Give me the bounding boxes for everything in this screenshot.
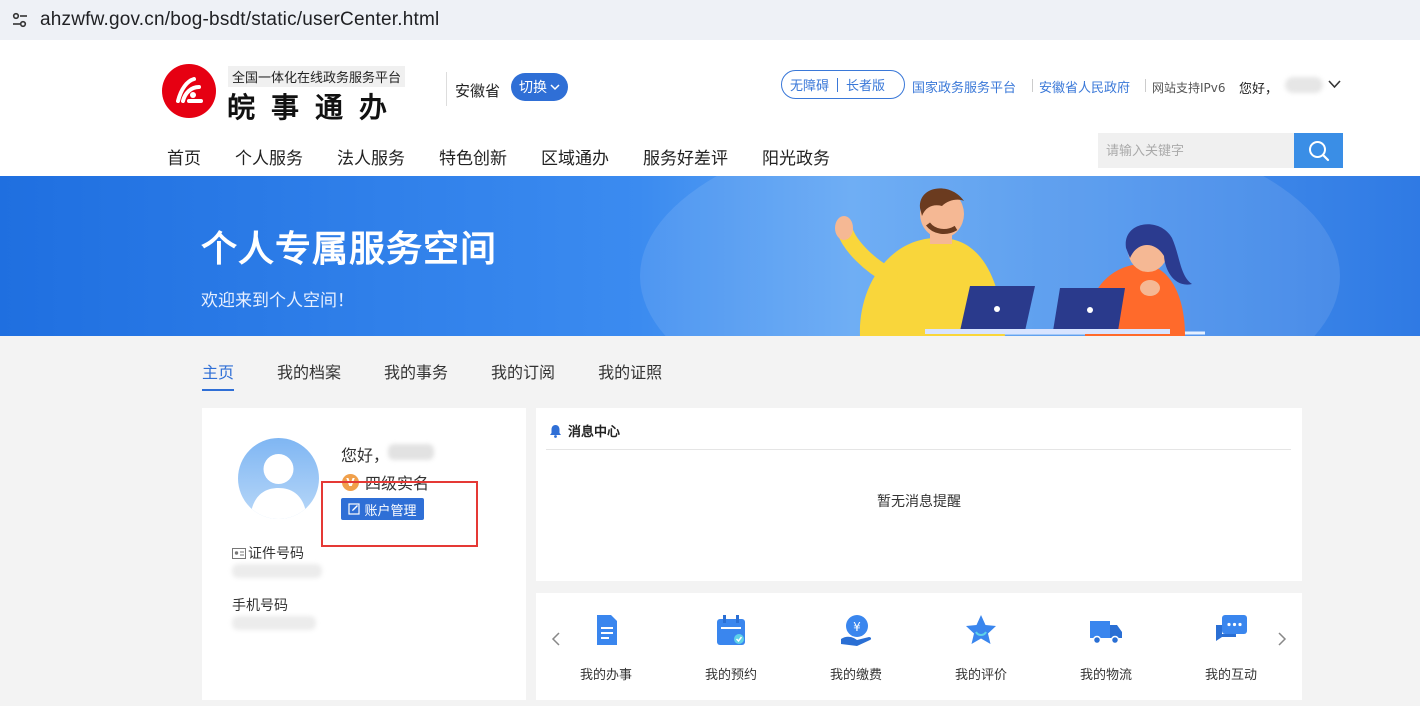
service-my-logistics[interactable]: 我的物流 <box>1061 613 1151 683</box>
id-card-icon <box>232 547 246 559</box>
user-center-tabs: 主页 我的档案 我的事务 我的订阅 我的证照 <box>202 359 705 391</box>
ipv6-label: 网站支持IPv6 <box>1152 81 1226 95</box>
browser-address-bar: ahzwfw.gov.cn/bog-bsdt/static/userCenter… <box>0 0 1420 40</box>
site-settings-icon[interactable] <box>0 0 40 40</box>
anhui-gov-link[interactable]: 安徽省人民政府 <box>1039 77 1130 96</box>
service-label: 我的物流 <box>1079 668 1132 683</box>
search-button[interactable] <box>1294 133 1343 168</box>
people-laptop-illustration <box>835 188 1205 336</box>
chevron-left-icon[interactable] <box>551 631 561 647</box>
hero-banner: 个人专属服务空间 欢迎来到个人空间！ <box>0 176 1420 336</box>
province-label: 安徽省 <box>455 82 501 100</box>
chevron-right-icon[interactable] <box>1277 631 1287 647</box>
svg-text:¥: ¥ <box>853 620 861 634</box>
empty-message: 暂无消息提醒 <box>877 494 961 510</box>
service-my-interactions[interactable]: 我的互动 <box>1186 613 1276 683</box>
divider <box>1032 79 1033 92</box>
accessibility-link[interactable]: 无障碍 <box>782 75 837 94</box>
switch-label: 切换 <box>519 80 547 96</box>
tab-archive[interactable]: 我的档案 <box>277 359 341 391</box>
document-icon <box>597 615 617 645</box>
user-greeting: 您好， <box>1239 82 1279 97</box>
star-icon <box>966 615 996 644</box>
message-center-header: 消息中心 <box>549 421 620 440</box>
logo-title[interactable]: 皖事通办 <box>227 86 403 126</box>
service-label: 我的缴费 <box>829 668 882 683</box>
id-number-label-text: 证件号码 <box>248 546 304 562</box>
main-nav: 首页 个人服务 法人服务 特色创新 区域通办 服务好差评 阳光政务 <box>167 144 864 169</box>
tab-home[interactable]: 主页 <box>202 359 235 391</box>
service-label: 我的评价 <box>954 668 1007 683</box>
id-number-label: 证件号码 <box>232 543 304 563</box>
service-label: 我的预约 <box>704 668 757 683</box>
service-my-appointments[interactable]: 我的预约 <box>686 613 776 683</box>
profile-card: 您好， V 四级实名 账户管理 证件号码 手机号码 <box>202 408 526 700</box>
nav-transparency[interactable]: 阳光政务 <box>762 144 830 169</box>
divider <box>1145 79 1146 92</box>
phone-number-redacted <box>232 616 316 630</box>
national-platform-link[interactable]: 国家政务服务平台 <box>912 77 1016 96</box>
bell-icon <box>550 424 561 438</box>
avatar <box>238 438 319 519</box>
calendar-icon <box>717 615 745 645</box>
service-label: 我的办事 <box>579 668 632 683</box>
logo-icon[interactable] <box>162 64 216 118</box>
search-icon <box>1308 140 1329 161</box>
chevron-down-icon <box>550 83 560 90</box>
tab-affairs[interactable]: 我的事务 <box>384 359 448 391</box>
profile-greeting: 您好， <box>341 446 390 465</box>
username-redacted[interactable] <box>1285 77 1323 93</box>
chevron-down-icon[interactable] <box>1328 80 1341 89</box>
service-my-affairs[interactable]: 我的办事 <box>561 613 651 683</box>
nav-home[interactable]: 首页 <box>167 144 201 169</box>
banner-subtitle: 欢迎来到个人空间！ <box>201 291 354 311</box>
banner-title: 个人专属服务空间 <box>201 229 498 270</box>
nav-regional[interactable]: 区域通办 <box>541 144 609 169</box>
search-input[interactable] <box>1098 133 1294 168</box>
phone-number-label: 手机号码 <box>232 598 288 614</box>
tab-subscriptions[interactable]: 我的订阅 <box>491 359 555 391</box>
message-center: 消息中心 暂无消息提醒 <box>536 408 1302 581</box>
chat-icon <box>1216 615 1247 641</box>
service-my-payments[interactable]: ¥ 我的缴费 <box>811 613 901 683</box>
nav-rating[interactable]: 服务好差评 <box>643 144 728 169</box>
message-center-title: 消息中心 <box>568 425 621 440</box>
service-my-ratings[interactable]: 我的评价 <box>936 613 1026 683</box>
divider <box>446 72 447 106</box>
nav-innovation[interactable]: 特色创新 <box>439 144 507 169</box>
site-header: 全国一体化在线政务服务平台 皖事通办 安徽省 切换 无障碍 长者版 国家政务服务… <box>0 40 1420 176</box>
service-label: 我的互动 <box>1204 668 1257 683</box>
annotation-highlight-box <box>321 481 478 547</box>
switch-region-button[interactable]: 切换 <box>511 73 568 101</box>
profile-name-redacted <box>388 444 434 460</box>
service-shortcuts: 我的办事 我的预约 ¥ 我的缴费 我的评价 我的物流 我的互动 <box>536 593 1302 700</box>
logo-subtitle: 全国一体化在线政务服务平台 <box>228 66 406 87</box>
payment-icon: ¥ <box>841 615 872 646</box>
nav-legal[interactable]: 法人服务 <box>337 144 405 169</box>
accessibility-group: 无障碍 长者版 <box>781 70 905 99</box>
elder-mode-link[interactable]: 长者版 <box>838 75 893 94</box>
divider <box>546 449 1291 450</box>
truck-icon <box>1090 621 1122 645</box>
id-number-redacted <box>232 564 322 578</box>
nav-personal[interactable]: 个人服务 <box>235 144 303 169</box>
tab-certificates[interactable]: 我的证照 <box>598 359 662 391</box>
url-text[interactable]: ahzwfw.gov.cn/bog-bsdt/static/userCenter… <box>40 9 439 31</box>
